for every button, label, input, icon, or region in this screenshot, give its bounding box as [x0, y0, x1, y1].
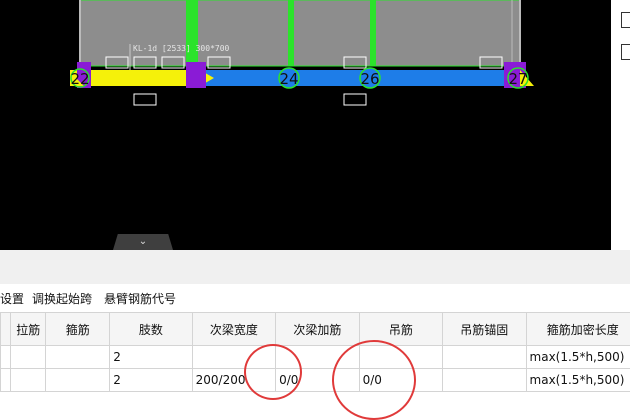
table-header-cell[interactable]: 箍筋加密长度 — [525, 312, 630, 346]
toolbar: 设置 调换起始跨 悬臂钢筋代号 — [0, 284, 630, 312]
table-header-row: 拉筋 箍筋 肢数 次梁宽度 次梁加筋 吊筋 吊筋锚固 箍筋加密长度 — [0, 312, 630, 346]
table-header-cell[interactable]: 吊筋锚固 — [442, 312, 527, 346]
table-cell[interactable]: max(1.5*h,500) — [525, 368, 630, 392]
column-green-3[interactable] — [370, 0, 376, 66]
table-header-cell[interactable]: 次梁加筋 — [275, 312, 360, 346]
red-circle-annotation — [332, 340, 416, 420]
table-cell[interactable]: max(1.5*h,500) — [525, 345, 630, 369]
table-cell[interactable] — [45, 368, 111, 392]
toolbar-swap-start-span[interactable]: 调换起始跨 — [32, 290, 92, 307]
table-cell[interactable] — [442, 368, 527, 392]
collapse-tab[interactable]: ⌄ — [113, 234, 173, 250]
chevron-down-icon: ⌄ — [138, 236, 148, 247]
support-mid[interactable] — [186, 62, 206, 88]
column-green-1[interactable] — [186, 0, 198, 66]
table-cell[interactable] — [45, 345, 111, 369]
table-cell[interactable]: 2 — [109, 345, 193, 369]
axis-node-label: 27 — [508, 70, 527, 88]
wall-body — [80, 0, 520, 66]
table-header-cell[interactable]: 拉筋 — [10, 312, 47, 346]
toolbar-settings[interactable]: 设置 — [0, 290, 24, 307]
beam-label[interactable]: KL-1d [2533] 300*700 — [133, 44, 230, 53]
table-cell[interactable] — [442, 345, 527, 369]
table-cell[interactable] — [10, 345, 47, 369]
table-cell[interactable] — [0, 345, 12, 369]
table-cell[interactable]: 2 — [109, 368, 193, 392]
axis-node-label: 26 — [360, 70, 379, 88]
tool-checkbox[interactable] — [621, 12, 630, 28]
table-row: 2 max(1.5*h,500) — [0, 345, 630, 369]
right-toolstrip — [611, 0, 630, 250]
table-header-cell[interactable]: 箍筋 — [45, 312, 111, 346]
cad-viewport[interactable]: KL-1d [2533] 300*700 22 24 26 27 ⌄ — [0, 0, 630, 250]
table-header-cell[interactable]: 次梁宽度 — [191, 312, 277, 346]
axis-node-label: 24 — [279, 70, 298, 88]
panel-header — [0, 250, 630, 285]
tool-checkbox[interactable] — [621, 44, 630, 60]
beam-blue[interactable] — [198, 70, 506, 86]
red-circle-annotation — [244, 344, 302, 400]
table-cell[interactable] — [10, 368, 47, 392]
table-header-cell — [0, 312, 12, 346]
table-cell[interactable] — [0, 368, 12, 392]
table-header-cell[interactable]: 肢数 — [109, 312, 193, 346]
toolbar-cantilever-rebar-code[interactable]: 悬臂钢筋代号 — [104, 290, 176, 307]
table-row: 2 200/200 0/0 0/0 max(1.5*h,500) — [0, 368, 630, 392]
column-green-2[interactable] — [288, 0, 294, 66]
axis-node-label: 22 — [70, 70, 89, 88]
beam-drawing[interactable]: KL-1d [2533] 300*700 22 24 26 27 — [0, 0, 630, 250]
rebar-table: 拉筋 箍筋 肢数 次梁宽度 次梁加筋 吊筋 吊筋锚固 箍筋加密长度 2 max(… — [0, 312, 630, 392]
